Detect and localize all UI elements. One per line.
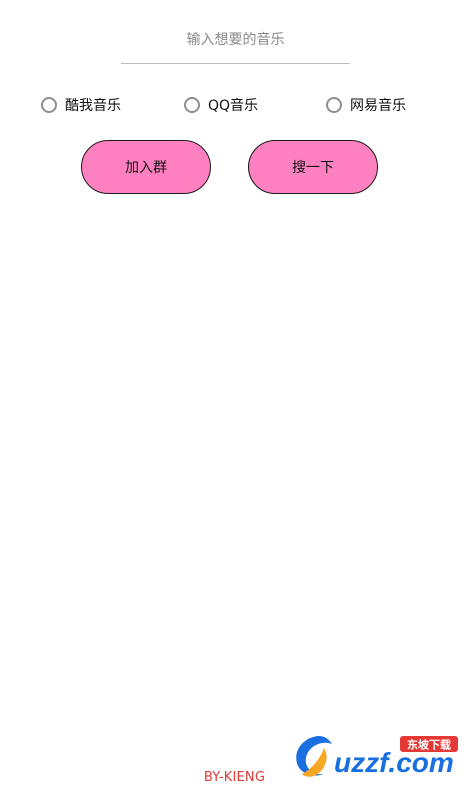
music-source-radio-group: 酷我音乐 QQ音乐 网易音乐	[0, 92, 469, 118]
watermark-tagline-text: 东坡下载	[407, 738, 451, 752]
radio-button-qq[interactable]	[184, 97, 200, 113]
watermark-logo-icon: uzzf.com 东坡下载	[296, 736, 458, 778]
radio-label-kuwo: 酷我音乐	[65, 98, 121, 114]
search-field-container	[121, 22, 350, 64]
radio-label-netease: 网易音乐	[350, 98, 406, 114]
radio-option-kuwo[interactable]: 酷我音乐	[41, 92, 121, 118]
radio-button-kuwo[interactable]	[41, 97, 57, 113]
search-button[interactable]: 搜一下	[248, 140, 378, 194]
music-search-input[interactable]	[121, 22, 350, 64]
radio-option-netease[interactable]: 网易音乐	[326, 92, 406, 118]
radio-option-qq[interactable]: QQ音乐	[184, 92, 258, 118]
radio-label-qq: QQ音乐	[208, 98, 259, 114]
radio-button-netease[interactable]	[326, 97, 342, 113]
site-watermark: uzzf.com 东坡下载	[288, 730, 463, 782]
join-group-button[interactable]: 加入群	[81, 140, 211, 194]
